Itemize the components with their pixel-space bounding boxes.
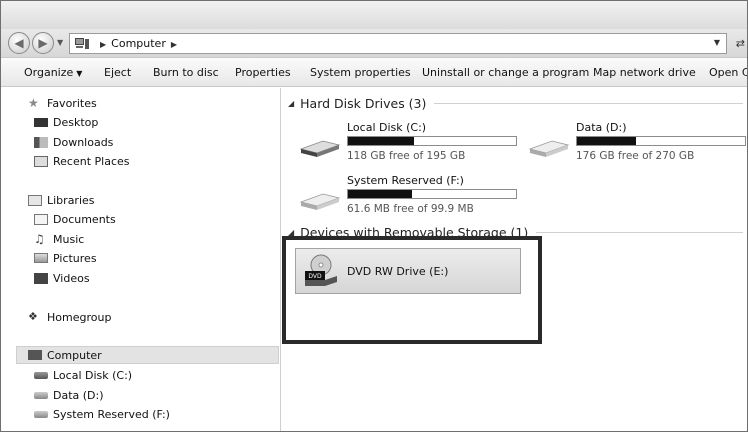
downloads-folder-icon xyxy=(34,136,48,148)
drive-usage-fill xyxy=(348,190,412,198)
nav-item-label: System Reserved (F:) xyxy=(53,407,170,421)
videos-icon xyxy=(34,272,48,284)
drive-usage-bar xyxy=(347,136,517,146)
hard-drive-icon xyxy=(528,140,570,157)
nav-item-label: Pictures xyxy=(53,251,97,265)
drive-usage-fill xyxy=(577,137,636,145)
nav-computer-label: Computer xyxy=(47,348,102,362)
drive-name: System Reserved (F:) xyxy=(347,174,464,187)
eject-button[interactable]: Eject xyxy=(104,66,131,79)
group-divider xyxy=(434,103,743,104)
group-label: Hard Disk Drives (3) xyxy=(300,96,427,111)
group-divider xyxy=(536,232,743,233)
back-arrow-icon: ◀ xyxy=(14,36,24,50)
forward-arrow-icon: ▶ xyxy=(38,36,48,50)
burn-to-disc-button[interactable]: Burn to disc xyxy=(153,66,219,79)
nav-item-label: Videos xyxy=(53,271,90,285)
nav-item-desktop[interactable]: Desktop xyxy=(34,113,98,131)
breadcrumb-computer[interactable]: Computer xyxy=(111,37,166,50)
nav-item-label: Data (D:) xyxy=(53,388,104,402)
drive-data-d[interactable]: Data (D:) 176 GB free of 270 GB xyxy=(528,121,747,162)
nav-homegroup[interactable]: ❖ Homegroup xyxy=(28,308,111,326)
nav-item-videos[interactable]: Videos xyxy=(34,269,90,287)
collapse-triangle-icon: ◢ xyxy=(288,99,295,108)
drive-usage-bar xyxy=(576,136,746,146)
nav-computer[interactable]: Computer xyxy=(16,346,279,364)
nav-item-pictures[interactable]: Pictures xyxy=(34,249,97,267)
hard-drive-icon xyxy=(299,140,341,157)
drive-name: Data (D:) xyxy=(576,121,627,134)
drive-free-space: 176 GB free of 270 GB xyxy=(576,150,695,162)
computer-icon xyxy=(75,38,89,49)
navigation-bar: ◀ ▶ ▼ ▶ Computer ▶ ▼ ⇄ xyxy=(1,29,747,57)
command-bar: Organize ▼ Eject Burn to disc Properties … xyxy=(1,57,747,87)
nav-item-system-reserved-f[interactable]: System Reserved (F:) xyxy=(34,405,170,423)
nav-item-music[interactable]: ♫ Music xyxy=(34,230,84,248)
nav-item-label: Downloads xyxy=(53,135,114,149)
nav-favorites[interactable]: ★ Favorites xyxy=(28,94,97,112)
map-network-drive-button[interactable]: Map network drive xyxy=(593,66,696,79)
drive-system-reserved-f[interactable]: System Reserved (F:) 61.6 MB free of 99.… xyxy=(299,174,529,215)
homegroup-icon: ❖ xyxy=(28,310,38,323)
explorer-window: ◀ ▶ ▼ ▶ Computer ▶ ▼ ⇄ Organize ▼ Eject Bur… xyxy=(0,0,748,432)
refresh-icon[interactable]: ⇄ xyxy=(736,37,745,50)
address-bar[interactable]: ▶ Computer ▶ ▼ xyxy=(69,33,727,54)
forward-button[interactable]: ▶ xyxy=(32,32,54,54)
nav-item-recent-places[interactable]: Recent Places xyxy=(34,152,130,170)
drive-free-space: 61.6 MB free of 99.9 MB xyxy=(347,203,474,215)
group-hard-disk-drives[interactable]: ◢ Hard Disk Drives (3) xyxy=(288,96,743,111)
uninstall-program-button[interactable]: Uninstall or change a program xyxy=(422,66,589,79)
open-control-panel-button[interactable]: Open Co xyxy=(709,66,747,79)
hard-drive-icon xyxy=(299,193,341,210)
nav-item-label: Music xyxy=(53,232,85,246)
properties-button[interactable]: Properties xyxy=(235,66,291,79)
nav-item-label: Recent Places xyxy=(53,154,130,168)
star-icon: ★ xyxy=(28,96,39,110)
hard-drive-icon xyxy=(34,371,48,379)
nav-item-label: Local Disk (C:) xyxy=(53,368,133,382)
title-bar xyxy=(1,1,747,29)
nav-item-label: Desktop xyxy=(53,115,99,129)
nav-item-downloads[interactable]: Downloads xyxy=(34,133,113,151)
drive-usage-fill xyxy=(348,137,414,145)
system-properties-button[interactable]: System properties xyxy=(310,66,411,79)
recent-pages-dropdown[interactable]: ▼ xyxy=(57,38,63,47)
nav-item-documents[interactable]: Documents xyxy=(34,210,116,228)
highlight-box xyxy=(282,236,542,344)
documents-icon xyxy=(34,213,48,225)
nav-favorites-label: Favorites xyxy=(47,96,97,110)
nav-item-local-disk-c[interactable]: Local Disk (C:) xyxy=(34,366,132,384)
hard-drive-icon xyxy=(34,391,48,399)
nav-libraries[interactable]: Libraries xyxy=(28,191,95,209)
pictures-icon xyxy=(34,253,48,263)
back-button[interactable]: ◀ xyxy=(8,32,30,54)
hard-drive-icon xyxy=(34,410,48,418)
nav-item-data-d[interactable]: Data (D:) xyxy=(34,386,104,404)
drive-usage-bar xyxy=(347,189,517,199)
desktop-icon xyxy=(34,117,48,127)
breadcrumb-separator-icon[interactable]: ▶ xyxy=(171,40,177,49)
breadcrumb: ▶ Computer ▶ xyxy=(95,37,182,50)
drive-free-space: 118 GB free of 195 GB xyxy=(347,150,466,162)
drive-local-disk-c[interactable]: Local Disk (C:) 118 GB free of 195 GB xyxy=(299,121,529,162)
drive-name: Local Disk (C:) xyxy=(347,121,427,134)
address-dropdown-icon[interactable]: ▼ xyxy=(714,38,720,47)
nav-item-label: Documents xyxy=(53,212,116,226)
content-pane: ◢ Hard Disk Drives (3) Local Disk (C:) 11… xyxy=(282,88,747,431)
nav-libraries-label: Libraries xyxy=(47,193,95,207)
navigation-pane: ★ Favorites Desktop Downloads Recent Plac… xyxy=(1,88,281,431)
organize-label: Organize xyxy=(24,66,74,79)
nav-homegroup-label: Homegroup xyxy=(47,310,112,324)
music-icon: ♫ xyxy=(34,232,45,246)
organize-button[interactable]: Organize ▼ xyxy=(24,66,82,79)
computer-icon xyxy=(28,350,42,360)
libraries-icon xyxy=(28,194,42,206)
breadcrumb-separator-icon[interactable]: ▶ xyxy=(100,40,106,49)
chevron-down-icon: ▼ xyxy=(76,69,83,78)
recent-places-icon xyxy=(34,155,48,167)
